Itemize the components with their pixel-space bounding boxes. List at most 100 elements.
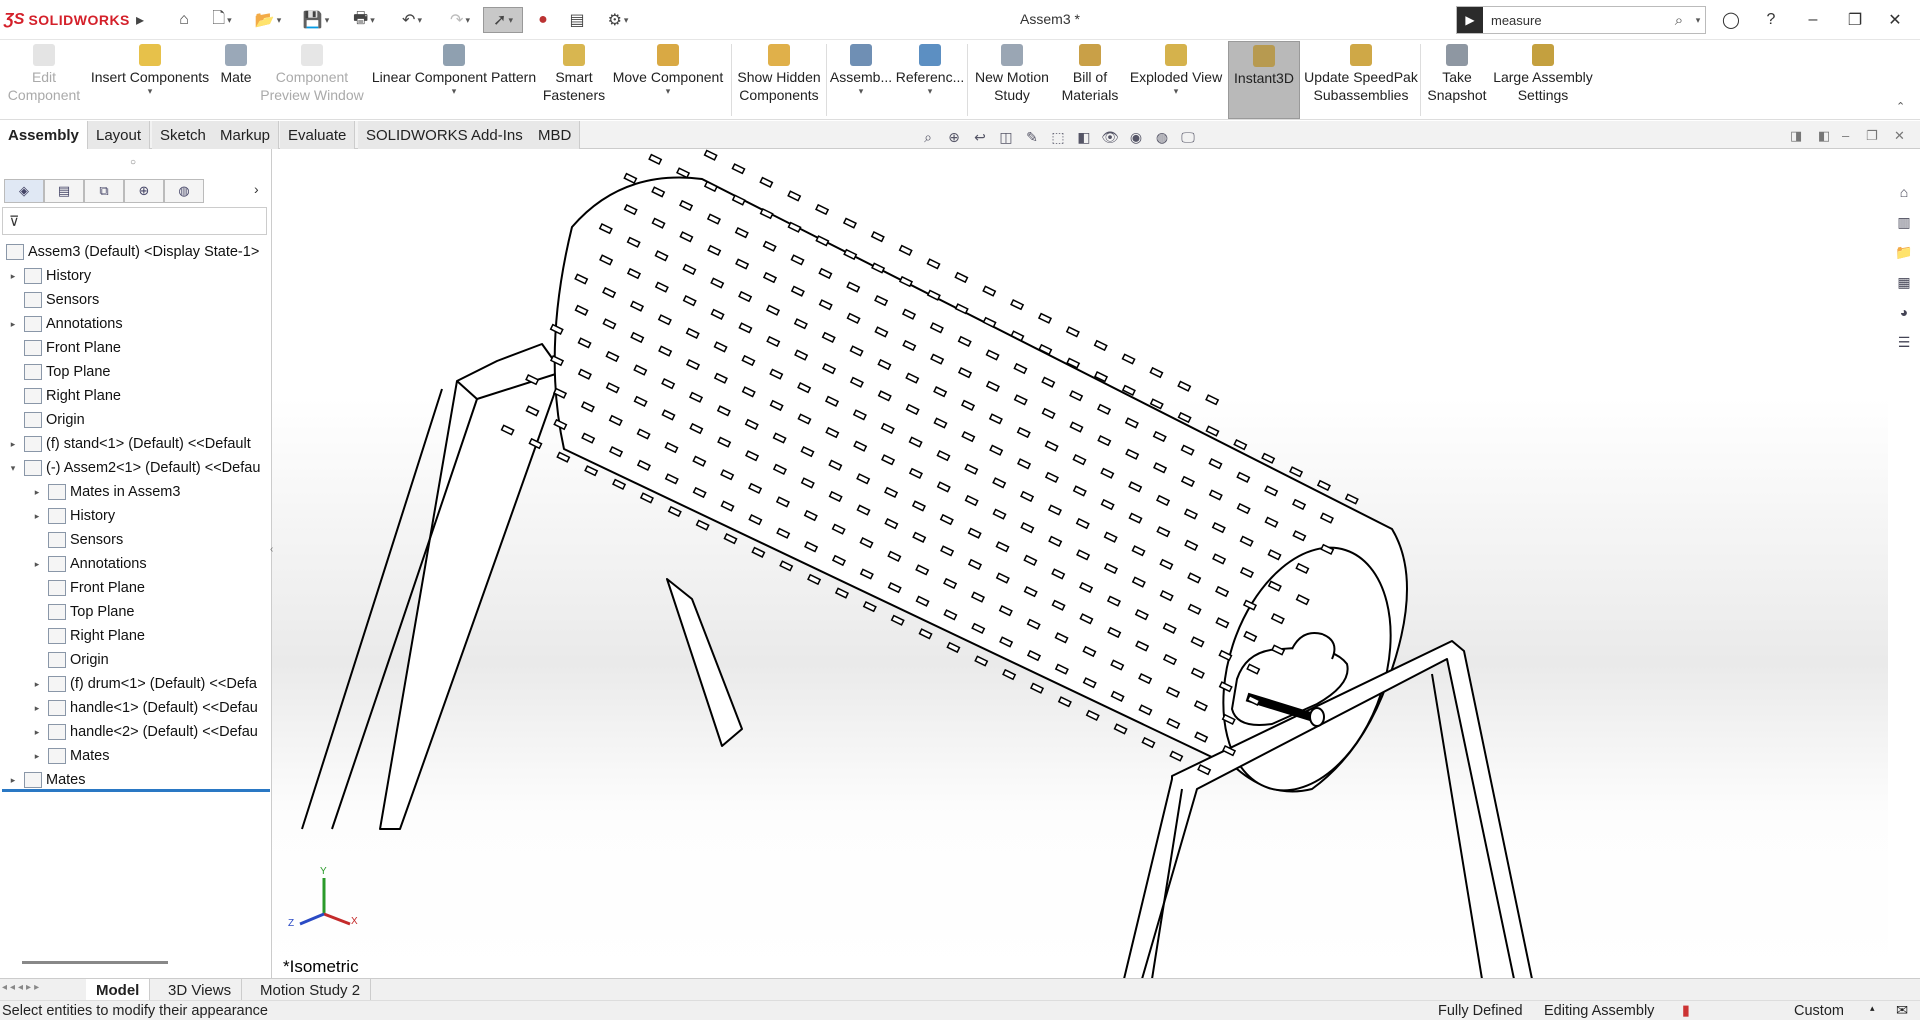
search-input[interactable]: measure [1483,13,1667,28]
print-icon[interactable]: 🖶 ▾ [344,7,384,33]
exploded-view-button[interactable]: Exploded View ▾ [1128,44,1224,118]
configuration-manager-tab-icon[interactable]: ⧉ [84,179,124,203]
assembly-model-drawing[interactable] [272,122,1888,980]
tree-item[interactable]: Sensors [0,288,270,312]
tree-item[interactable]: Top Plane [0,600,270,624]
design-library-icon[interactable]: ▥ [1892,210,1916,234]
chevron-down-icon[interactable]: ▾ [452,86,457,96]
new-document-icon[interactable]: 🗋 ▾ [204,7,240,33]
viewport-restore-button[interactable]: ❐ [1866,128,1878,144]
chevron-down-icon[interactable]: ▾ [148,86,153,96]
tree-item[interactable]: Front Plane [0,576,270,600]
chevron-down-icon[interactable]: ▾ [928,86,933,96]
dimxpert-manager-tab-icon[interactable]: ⊕ [124,179,164,203]
viewport-close-button[interactable]: ✕ [1894,128,1905,144]
tree-item[interactable]: ▸ Mates in Assem3 [0,480,270,504]
collapse-ribbon-icon[interactable]: ⌃ [1896,100,1905,113]
expand-arrow-icon[interactable]: ▸ [30,727,44,738]
expand-arrow-icon[interactable]: ▸ [6,775,20,786]
expand-arrow-icon[interactable]: ▸ [30,679,44,690]
move-component-button[interactable]: Move Component ▾ [608,44,728,118]
tab-mbd[interactable]: MBD [530,121,581,149]
graphics-area[interactable] [272,122,1888,980]
tree-item[interactable]: ▸ History [0,264,270,288]
hide-show-items-icon[interactable]: 👁 [1100,127,1120,147]
file-properties-icon[interactable]: ▤ [564,7,590,33]
solidworks-resources-icon[interactable]: ⌂ [1892,180,1916,204]
panel-scrollbar[interactable] [22,961,168,964]
tab-layout[interactable]: Layout [88,121,151,149]
reference-geometry-button[interactable]: Referenc... ▾ [896,44,964,118]
insert-components-button[interactable]: Insert Components ▾ [88,44,212,118]
undo-icon[interactable]: ↶ ▾ [392,7,432,33]
tree-filter[interactable]: ⊽ [2,207,267,235]
chevron-down-icon[interactable]: ▾ [1174,86,1179,96]
solidworks-logo[interactable]: ƷS SOLIDWORKS [4,8,130,32]
rebuild-traffic-light-icon[interactable]: ● [532,7,554,33]
view-settings-icon[interactable]: 🖵 [1178,127,1198,147]
tree-item[interactable]: Top Plane [0,360,270,384]
tile-vertical-icon[interactable]: ◧ [1818,128,1830,144]
chevron-down-icon[interactable]: ▾ [859,86,864,96]
options-gear-icon[interactable]: ⚙ ▾ [598,7,638,33]
tab-model[interactable]: Model [86,979,151,1001]
display-style-icon[interactable]: ◧ [1074,127,1094,147]
tab-assembly[interactable]: Assembly [0,121,88,149]
minimize-button[interactable]: – [1796,8,1830,32]
expand-arrow-icon[interactable]: ▸ [30,559,44,570]
tree-item[interactable]: ▸ handle<2> (Default) <<Defau [0,720,270,744]
tree-item[interactable]: ▸ (f) stand<1> (Default) <<Default [0,432,270,456]
large-assembly-settings-button[interactable]: Large Assembly Settings [1492,44,1594,118]
take-snapshot-button[interactable]: Take Snapshot [1424,44,1490,118]
quick-tips-icon[interactable]: ✉ [1896,1003,1908,1019]
close-button[interactable]: ✕ [1878,8,1912,32]
expand-arrow-icon[interactable]: ▸ [6,319,20,330]
home-icon[interactable]: ⌂ [170,7,198,33]
property-manager-tab-icon[interactable]: ▤ [44,179,84,203]
panel-tabs-more-icon[interactable]: › [254,181,259,197]
save-icon[interactable]: 💾 ▾ [296,7,336,33]
search-box[interactable]: ▶ measure ⌕ ▾ [1456,6,1706,34]
expand-arrow-icon[interactable]: ▸ [30,751,44,762]
tree-item[interactable]: Origin [0,408,270,432]
expand-arrow-icon[interactable]: ▸ [30,511,44,522]
tree-item[interactable]: ▸ Mates [0,744,270,768]
zoom-to-area-icon[interactable]: ⊕ [944,127,964,147]
new-motion-study-button[interactable]: New Motion Study [970,44,1054,118]
view-orientation-icon[interactable]: ⬚ [1048,127,1068,147]
tab-scroll-arrows[interactable]: ◂◂◂▸▸ [2,982,42,993]
mate-button[interactable]: Mate [214,44,258,118]
units-selector[interactable]: Custom [1794,1003,1844,1019]
tab-3d-views[interactable]: 3D Views [158,979,243,1001]
expand-arrow-icon[interactable]: ▸ [6,271,20,282]
panel-collapse-icon[interactable]: ‹ [270,544,273,555]
tree-item[interactable]: Front Plane [0,336,270,360]
bill-of-materials-button[interactable]: Bill of Materials [1056,44,1124,118]
select-arrow-icon[interactable]: ➚ ▾ [483,7,523,33]
tree-item[interactable]: Right Plane [0,384,270,408]
view-palette-icon[interactable]: ▦ [1892,270,1916,294]
viewport-minimize-button[interactable]: – [1842,128,1849,143]
linear-component-pattern-button[interactable]: Linear Component Pattern ▾ [368,44,540,118]
units-dropdown-icon[interactable]: ▴ [1870,1003,1875,1014]
expand-arrow-icon[interactable]: ▸ [6,439,20,450]
instant3d-button[interactable]: Instant3D [1228,41,1300,119]
account-icon[interactable]: ◯ [1714,8,1748,32]
expand-arrow-icon[interactable]: ▸ [30,487,44,498]
search-dropdown-icon[interactable]: ▾ [1691,15,1705,26]
tree-item[interactable]: ▸ Annotations [0,552,270,576]
previous-view-icon[interactable]: ↩ [970,127,990,147]
dynamic-annotation-icon[interactable]: ✎ [1022,127,1042,147]
section-view-icon[interactable]: ◫ [996,127,1016,147]
update-speedpak-button[interactable]: Update SpeedPak Subassemblies [1304,44,1418,118]
tree-item[interactable]: ▸ Annotations [0,312,270,336]
panel-grip-icon[interactable]: ○ [130,157,136,168]
open-folder-icon[interactable]: 📂 ▾ [248,7,288,33]
tree-item[interactable]: Assem3 (Default) <Display State-1> [0,240,270,264]
redo-icon[interactable]: ↷ ▾ [440,7,480,33]
tree-item[interactable]: ▾ (-) Assem2<1> (Default) <<Defau [0,456,270,480]
tab-motion-study-2[interactable]: Motion Study 2 [250,979,372,1001]
tree-item[interactable]: Right Plane [0,624,270,648]
chevron-down-icon[interactable]: ▾ [666,86,671,96]
tree-item[interactable]: ▸ History [0,504,270,528]
